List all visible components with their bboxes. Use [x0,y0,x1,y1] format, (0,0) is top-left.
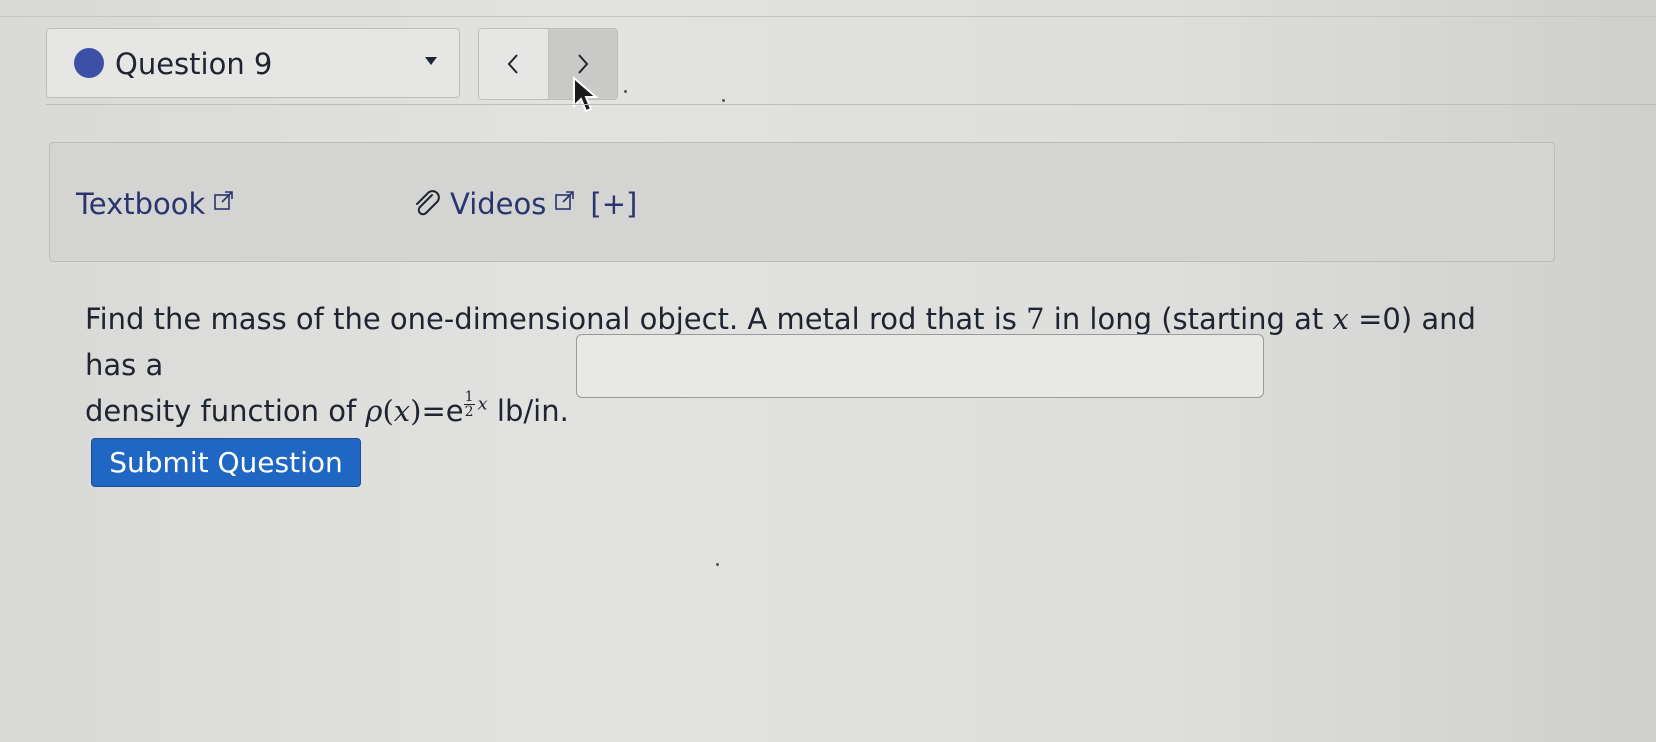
answer-input[interactable] [576,334,1264,398]
chevron-left-icon [507,54,518,74]
resource-bar: Textbook Videos [+] [49,142,1555,262]
submit-question-button[interactable]: Submit Question [91,438,361,487]
rod-length-value: 7 [1026,302,1045,336]
density-arg-x: x [393,394,411,428]
screen-speck [722,99,725,102]
screen-speck [624,90,627,93]
question-text-part2: in long (starting at [1044,302,1333,336]
question-text-part1: Find the mass of the one-dimensional obj… [85,302,1027,336]
density-units: lb/in. [487,394,569,428]
textbook-label: Textbook [76,187,206,221]
header-divider [46,104,1656,105]
paperclip-icon [416,190,440,216]
paren-close: ) [410,394,422,428]
fraction-numerator: 1 [463,388,475,405]
videos-expand-toggle[interactable]: [+] [590,187,637,221]
caret-down-icon [425,57,437,65]
mouse-cursor-icon [573,76,599,113]
question-text-part4: density function of [85,394,366,428]
variable-x: x [1332,302,1349,336]
videos-label: Videos [450,187,547,221]
question-status-dot [74,48,104,78]
previous-question-button[interactable] [479,29,549,99]
screen-speck [716,563,719,566]
question-select-label: Question 9 [115,47,273,81]
chevron-right-icon [578,54,589,74]
textbook-link[interactable]: Textbook [76,187,235,221]
fraction-denominator: 2 [464,403,474,420]
equals-e: =e [421,394,464,428]
exponent: 12x [463,388,488,420]
paren-open: ( [382,394,394,428]
density-rho: ρ [365,394,383,428]
videos-link[interactable]: Videos [+] [412,187,637,221]
external-link-icon [214,191,234,210]
external-link-icon [555,191,575,210]
question-select-dropdown[interactable]: Question 9 [46,28,460,98]
exponent-x: x [477,393,488,414]
exponent-fraction: 12 [463,388,475,420]
top-divider [0,16,1656,17]
